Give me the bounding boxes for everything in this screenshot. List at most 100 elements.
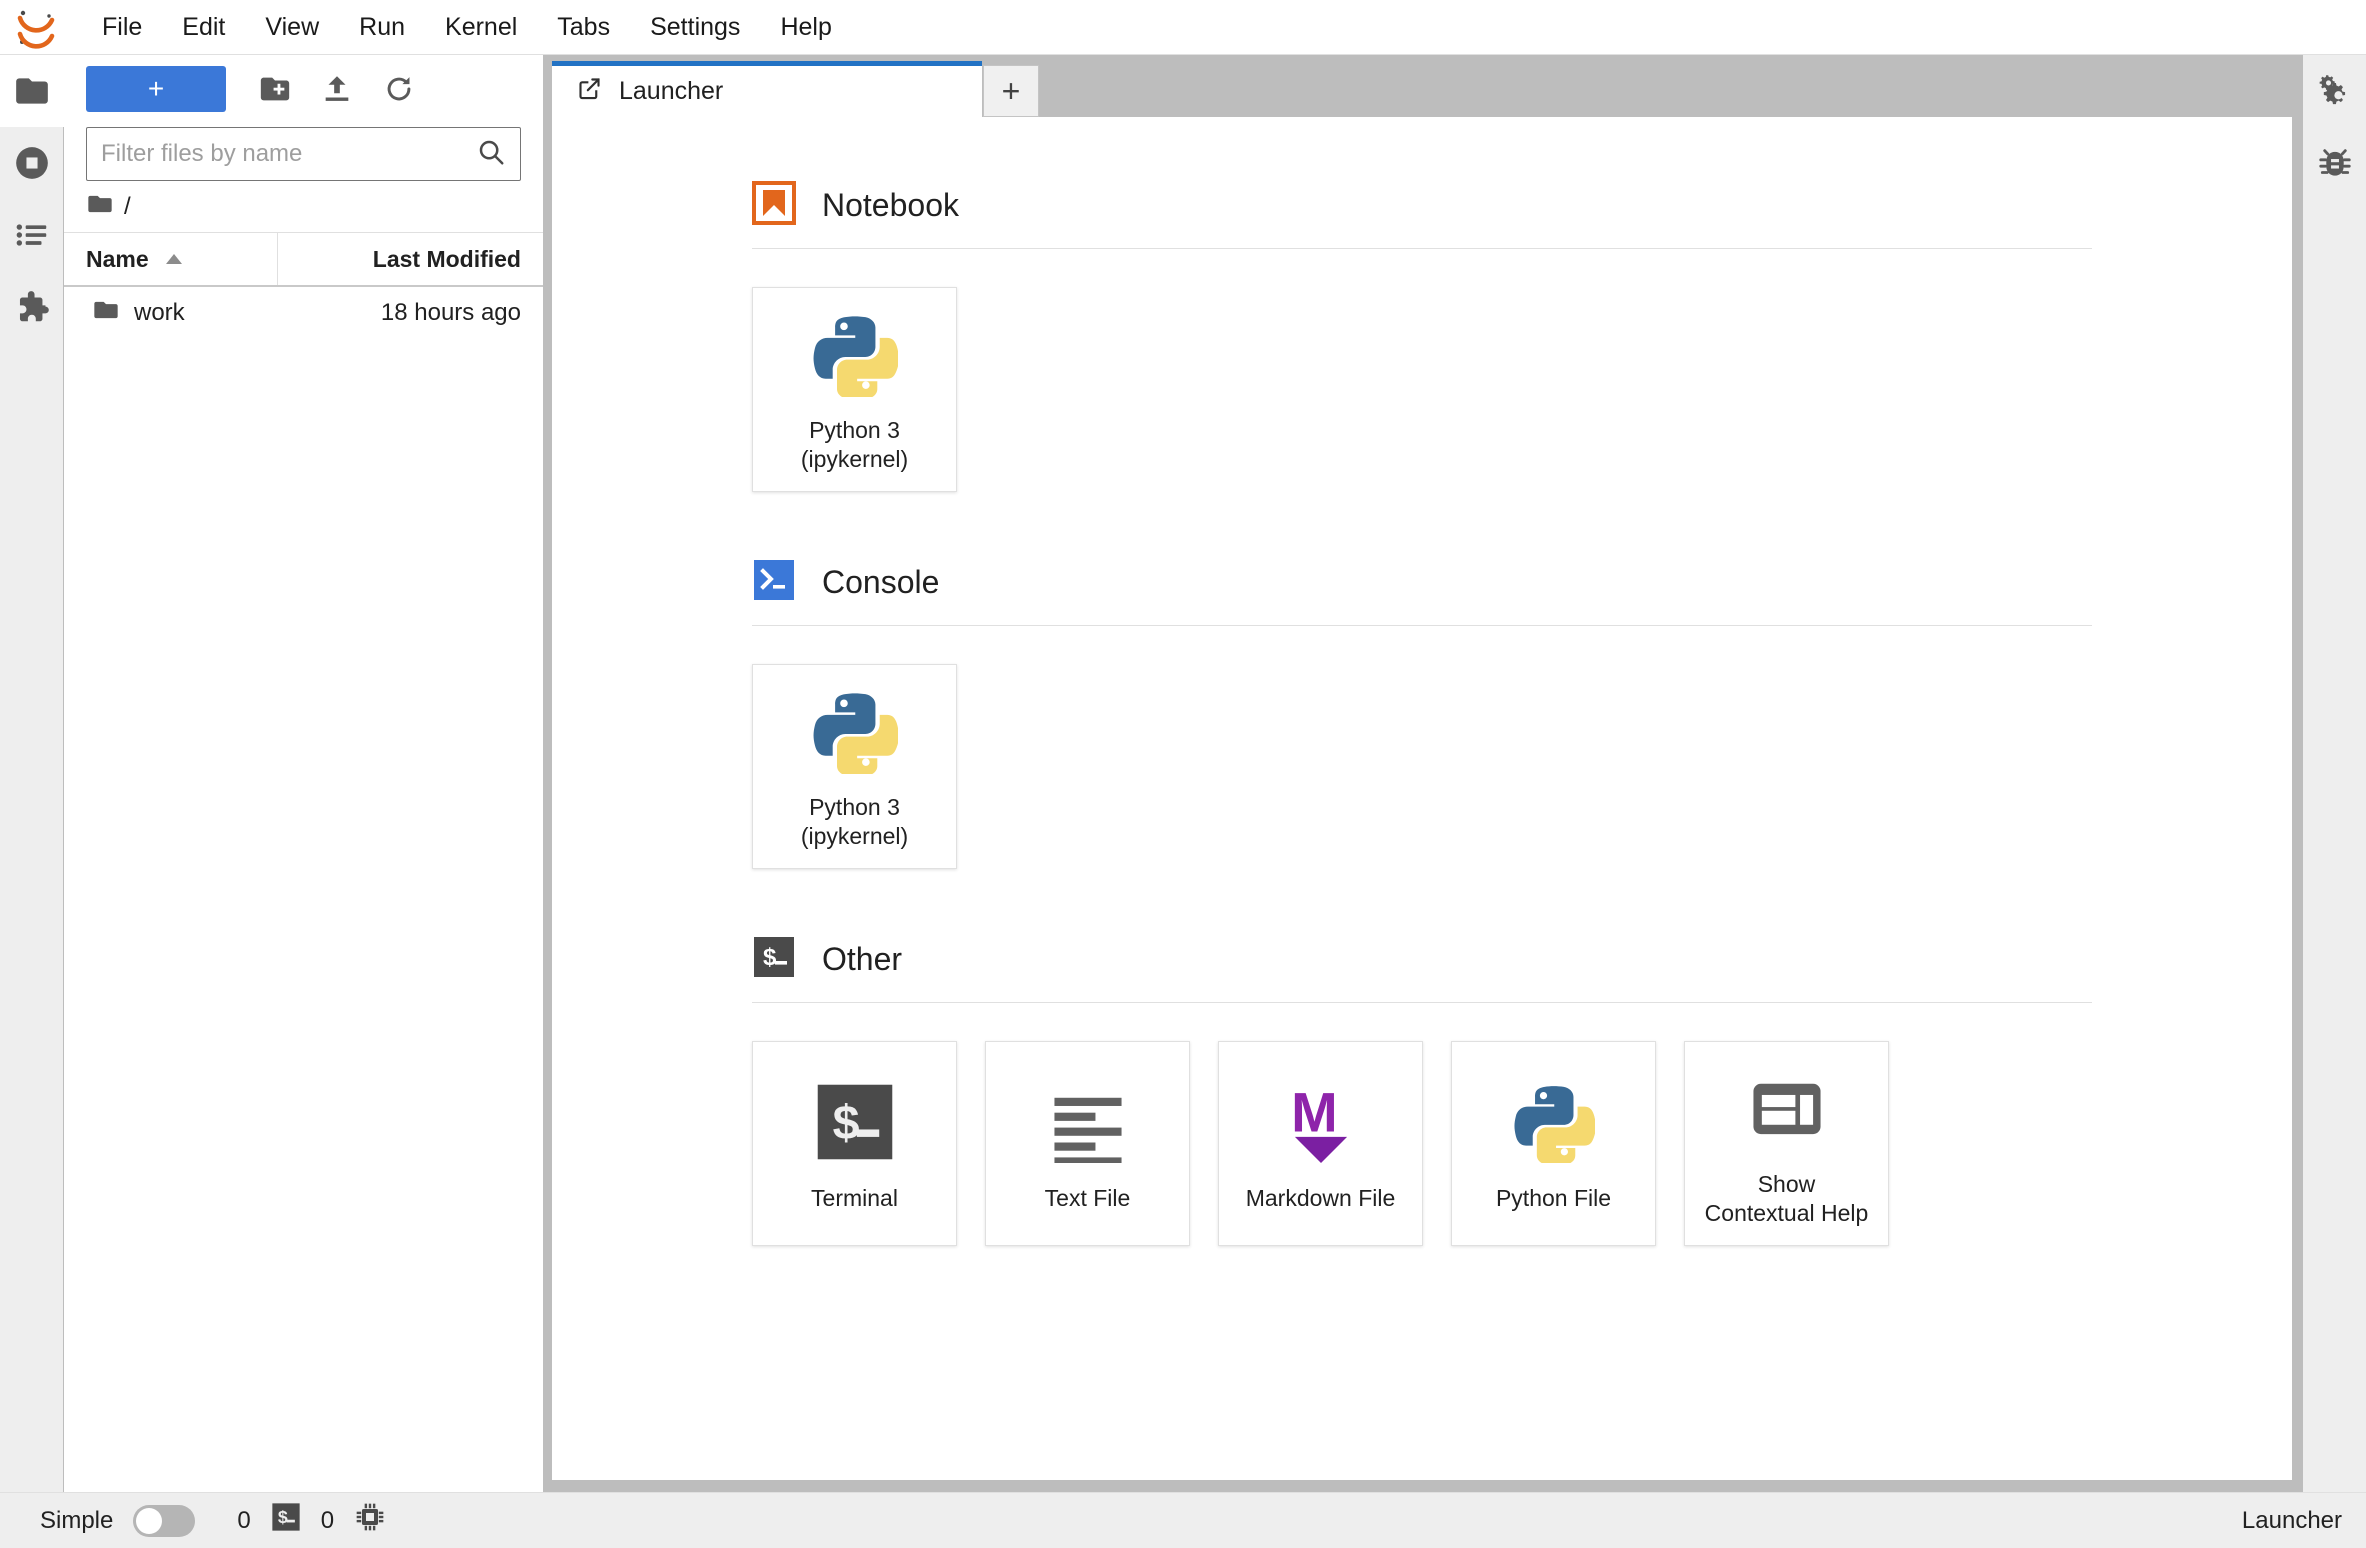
- launcher-icon: [576, 75, 603, 109]
- column-header-name[interactable]: Name: [64, 233, 278, 285]
- file-browser-panel: + Filter files by name / Name Last Modif…: [64, 55, 544, 1492]
- menu-bar: File Edit View Run Kernel Tabs Settings …: [0, 0, 2366, 55]
- new-folder-icon[interactable]: [244, 63, 306, 115]
- sort-ascending-icon: [163, 246, 185, 273]
- launcher-card-python3-console[interactable]: Python 3 (ipykernel): [752, 664, 957, 869]
- python-logo-icon: [812, 683, 898, 779]
- upload-icon[interactable]: [306, 63, 368, 115]
- simple-mode-toggle[interactable]: [133, 1504, 196, 1537]
- add-tab-button[interactable]: +: [983, 65, 1039, 117]
- terminal-count: 0: [320, 1506, 335, 1534]
- cpu-chip-icon[interactable]: [354, 1501, 386, 1540]
- launcher-card-text-file[interactable]: Text File: [985, 1041, 1190, 1246]
- file-browser-toolbar: +: [64, 55, 543, 123]
- card-row-console: Python 3 (ipykernel): [752, 664, 2092, 869]
- python-logo-icon: [1513, 1074, 1595, 1170]
- sidebar-item-running-sessions[interactable]: [0, 127, 64, 199]
- status-bar: Simple 0 $ 0 Launcher: [0, 1492, 2366, 1548]
- launcher-card-markdown-file[interactable]: M Markdown File: [1218, 1041, 1423, 1246]
- refresh-icon[interactable]: [368, 63, 430, 115]
- menu-run[interactable]: Run: [339, 7, 425, 48]
- section-title: Other: [822, 941, 903, 977]
- launcher-card-show-contextual-help[interactable]: Show Contextual Help: [1684, 1041, 1889, 1246]
- launcher-section-other: $ Other $ Terminal Text File M Markdown …: [752, 911, 2092, 1246]
- console-prompt-icon: [752, 558, 796, 607]
- svg-text:$: $: [832, 1096, 859, 1150]
- sidebar-item-file-browser[interactable]: [0, 55, 64, 127]
- breadcrumb-path: /: [124, 192, 131, 220]
- main-body: + Filter files by name / Name Last Modif…: [0, 55, 2366, 1492]
- file-name-label: work: [134, 299, 185, 326]
- menu-view[interactable]: View: [245, 7, 339, 48]
- card-row-other: $ Terminal Text File M Markdown File Pyt…: [752, 1041, 2092, 1246]
- svg-text:$: $: [763, 944, 777, 971]
- jupyter-logo-icon: [10, 4, 62, 50]
- file-list-empty-space: [64, 339, 543, 1492]
- menu-file[interactable]: File: [82, 7, 162, 48]
- launcher-card-python-file[interactable]: Python File: [1451, 1041, 1656, 1246]
- menu-settings[interactable]: Settings: [630, 7, 760, 48]
- status-bar-right: Launcher: [2242, 1507, 2342, 1535]
- column-header-name-label: Name: [86, 245, 149, 272]
- notebook-bookmark-icon: [752, 181, 796, 230]
- search-input[interactable]: [101, 140, 476, 168]
- inspector-icon: [1746, 1060, 1828, 1156]
- card-label: Terminal: [811, 1185, 898, 1212]
- section-header-console: Console: [752, 534, 2092, 626]
- launcher-section-notebook: Notebook Python 3 (ipykernel): [752, 157, 2092, 492]
- folder-icon: [86, 190, 114, 223]
- table-row[interactable]: work 18 hours ago: [64, 287, 543, 339]
- menu-kernel[interactable]: Kernel: [425, 7, 537, 48]
- tab-launcher[interactable]: Launcher: [552, 61, 982, 117]
- section-header-notebook: Notebook: [752, 157, 2092, 249]
- launcher-section-console: Console Python 3 (ipykernel): [752, 534, 2092, 869]
- filter-files-field[interactable]: [86, 127, 521, 181]
- card-label-line1: Python 3: [809, 417, 900, 444]
- sidebar-item-property-inspector[interactable]: [2303, 55, 2366, 127]
- python-logo-icon: [812, 306, 898, 402]
- menu-edit[interactable]: Edit: [162, 7, 245, 48]
- simple-mode-label: Simple: [40, 1506, 114, 1534]
- launcher-panel: Notebook Python 3 (ipykernel) Console Py…: [552, 117, 2292, 1480]
- svg-text:M: M: [1291, 1081, 1338, 1143]
- terminal-dollar-icon: $: [814, 1074, 896, 1170]
- kernel-session-count: 0: [237, 1506, 251, 1534]
- text-file-icon: [1047, 1074, 1129, 1170]
- search-icon: [476, 137, 506, 172]
- file-row-name-cell: work: [64, 296, 278, 331]
- right-sidebar-rail: [2302, 55, 2366, 1492]
- sidebar-item-commands[interactable]: [0, 199, 64, 271]
- terminal-dollar-icon[interactable]: $: [271, 1502, 301, 1539]
- card-label-line1: Python 3: [809, 794, 900, 821]
- sidebar-item-debugger[interactable]: [2303, 127, 2366, 199]
- card-label: Python File: [1495, 1185, 1612, 1212]
- menu-help[interactable]: Help: [760, 7, 851, 48]
- launcher-card-terminal[interactable]: $ Terminal: [752, 1041, 957, 1246]
- status-bar-left: Simple 0 $ 0: [40, 1501, 386, 1540]
- tab-bar: Launcher +: [544, 55, 2302, 117]
- main-dock-area: Launcher + Notebook Python 3 (ipykernel)…: [544, 55, 2302, 1492]
- launcher-card-python3-notebook[interactable]: Python 3 (ipykernel): [752, 287, 957, 492]
- card-label: Python 3 (ipykernel): [801, 793, 908, 849]
- menu-tabs[interactable]: Tabs: [537, 7, 630, 48]
- card-label-line1: Show: [1757, 1171, 1816, 1198]
- jupyterlab-window: File Edit View Run Kernel Tabs Settings …: [0, 0, 2366, 1548]
- breadcrumb[interactable]: /: [64, 181, 543, 233]
- card-label-line2: Contextual Help: [1704, 1199, 1869, 1226]
- folder-icon: [92, 296, 120, 331]
- column-header-last-modified[interactable]: Last Modified: [278, 233, 543, 285]
- section-title: Notebook: [822, 187, 959, 223]
- toggle-knob: [136, 1507, 163, 1534]
- card-label: Text File: [1044, 1185, 1131, 1212]
- new-launcher-button[interactable]: +: [86, 66, 226, 112]
- file-list-header: Name Last Modified: [64, 233, 543, 287]
- card-label-line2: (ipykernel): [800, 445, 909, 472]
- card-label-line2: (ipykernel): [800, 822, 909, 849]
- tab-label: Launcher: [619, 77, 724, 105]
- left-sidebar-rail: [0, 55, 64, 1492]
- card-row-notebook: Python 3 (ipykernel): [752, 287, 2092, 492]
- sidebar-item-extension-manager[interactable]: [0, 271, 64, 343]
- column-header-last-modified-label: Last Modified: [372, 245, 521, 272]
- markdown-icon: M: [1280, 1074, 1362, 1170]
- card-label: Show Contextual Help: [1705, 1170, 1869, 1226]
